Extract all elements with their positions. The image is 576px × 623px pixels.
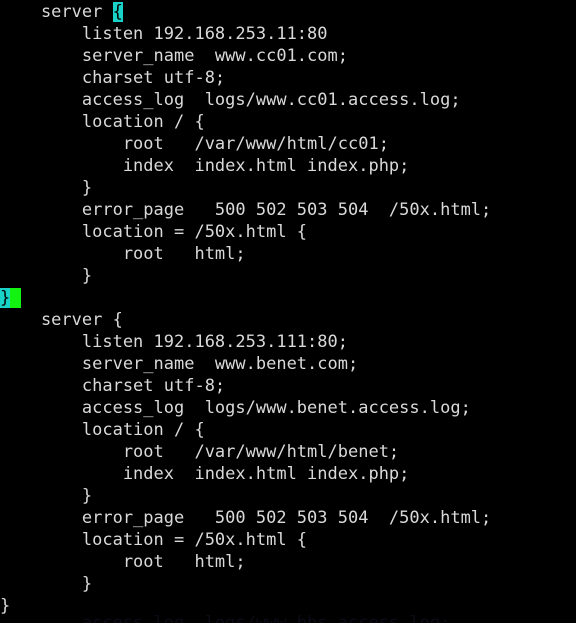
code-line-text: location = /50x.html { [0, 222, 308, 242]
code-line[interactable]: server_name www.cc01.com; [0, 45, 491, 67]
code-line-text: access_log logs/www.cc01.access.log; [0, 90, 461, 110]
code-line[interactable]: } [0, 573, 491, 595]
code-line-text: root /var/www/html/cc01; [0, 134, 389, 154]
matching-brace-highlight: } [0, 288, 11, 308]
code-line-text: server_name www.cc01.com; [0, 46, 348, 66]
code-line-text: listen 192.168.253.111:80; [0, 332, 348, 352]
code-line[interactable]: server { [0, 1, 491, 23]
code-line[interactable]: location = /50x.html { [0, 221, 491, 243]
code-line-text: root /var/www/html/benet; [0, 442, 400, 462]
code-line[interactable]: error_page 500 502 503 504 /50x.html; [0, 507, 491, 529]
code-line[interactable]: access_log logs/www.cc01.access.log; [0, 89, 491, 111]
code-line[interactable]: charset utf-8; [0, 67, 491, 89]
code-line[interactable]: } [0, 177, 491, 199]
code-line[interactable]: location / { [0, 419, 491, 441]
code-line[interactable]: root /var/www/html/benet; [0, 441, 491, 463]
matching-brace-highlight: { [112, 2, 123, 22]
code-line[interactable]: index index.html index.php; [0, 155, 491, 177]
code-line-text: } [0, 486, 93, 506]
code-line-text: error_page 500 502 503 504 /50x.html; [0, 200, 492, 220]
code-line-text: server_name www.benet.com; [0, 354, 359, 374]
code-line-text: location = /50x.html { [0, 530, 308, 550]
code-line[interactable]: } [0, 485, 491, 507]
code-line-text: server [0, 2, 113, 22]
code-line-text: charset utf-8; [0, 376, 226, 396]
code-line[interactable]: listen 192.168.253.111:80; [0, 331, 491, 353]
code-line[interactable]: server { [0, 309, 491, 331]
code-line-text: charset utf-8; [0, 68, 226, 88]
code-line-text: } [0, 574, 93, 594]
code-line-text: server { [0, 310, 123, 330]
code-line[interactable]: location = /50x.html { [0, 529, 491, 551]
code-line-text: location / { [0, 112, 205, 132]
code-line[interactable]: server_name www.benet.com; [0, 353, 491, 375]
code-line-text: location / { [0, 420, 205, 440]
code-line[interactable]: } [0, 265, 491, 287]
code-line-text: index index.html index.php; [0, 464, 410, 484]
code-line-text: error_page 500 502 503 504 /50x.html; [0, 508, 492, 528]
code-line[interactable]: charset utf-8; [0, 375, 491, 397]
code-line-text: access_log logs/www.benet.access.log; [0, 398, 471, 418]
code-line[interactable]: root html; [0, 551, 491, 573]
terminal-editor-screen[interactable]: server { listen 192.168.253.11:80 server… [0, 0, 576, 623]
code-line[interactable]: } [0, 287, 491, 309]
clipped-bottom-line: access_log logs/www.bbs.access.log; [0, 613, 451, 623]
code-line[interactable]: access_log logs/www.benet.access.log; [0, 397, 491, 419]
code-viewport[interactable]: server { listen 192.168.253.11:80 server… [0, 1, 491, 617]
code-line-text: root html; [0, 244, 246, 264]
code-line[interactable]: root html; [0, 243, 491, 265]
code-line[interactable]: root /var/www/html/cc01; [0, 133, 491, 155]
code-line[interactable]: location / { [0, 111, 491, 133]
code-line[interactable]: index index.html index.php; [0, 463, 491, 485]
code-line-text: index index.html index.php; [0, 156, 410, 176]
code-line[interactable]: listen 192.168.253.11:80 [0, 23, 491, 45]
code-line-text: } [0, 266, 93, 286]
code-line[interactable]: error_page 500 502 503 504 /50x.html; [0, 199, 491, 221]
code-line-text: root html; [0, 552, 246, 572]
block-cursor [10, 288, 21, 308]
code-line-text: } [0, 178, 93, 198]
code-line-text: listen 192.168.253.11:80 [0, 24, 328, 44]
